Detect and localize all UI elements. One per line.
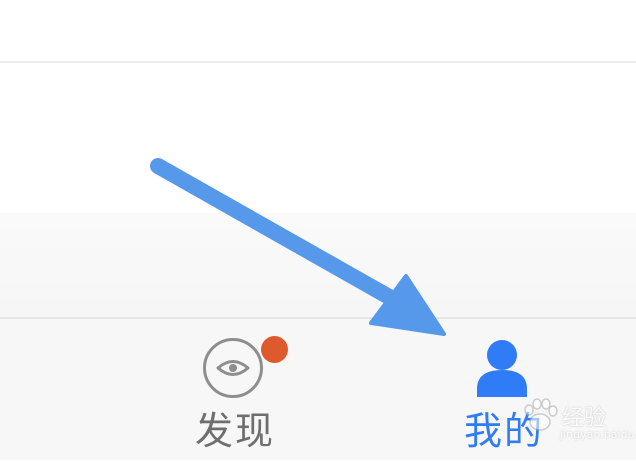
tab-discover[interactable]: 发现 [150,319,320,462]
tab-me-label: 我的 [463,409,544,453]
tab-discover-label: 发现 [194,409,275,453]
notification-badge [261,336,288,363]
content-area [0,63,636,213]
content-fade [0,213,636,317]
tab-me[interactable]: 我的 [420,319,590,462]
eye-icon [203,338,263,398]
person-icon [477,340,527,397]
bottom-tab-bar: 发现 我的 [0,317,636,460]
